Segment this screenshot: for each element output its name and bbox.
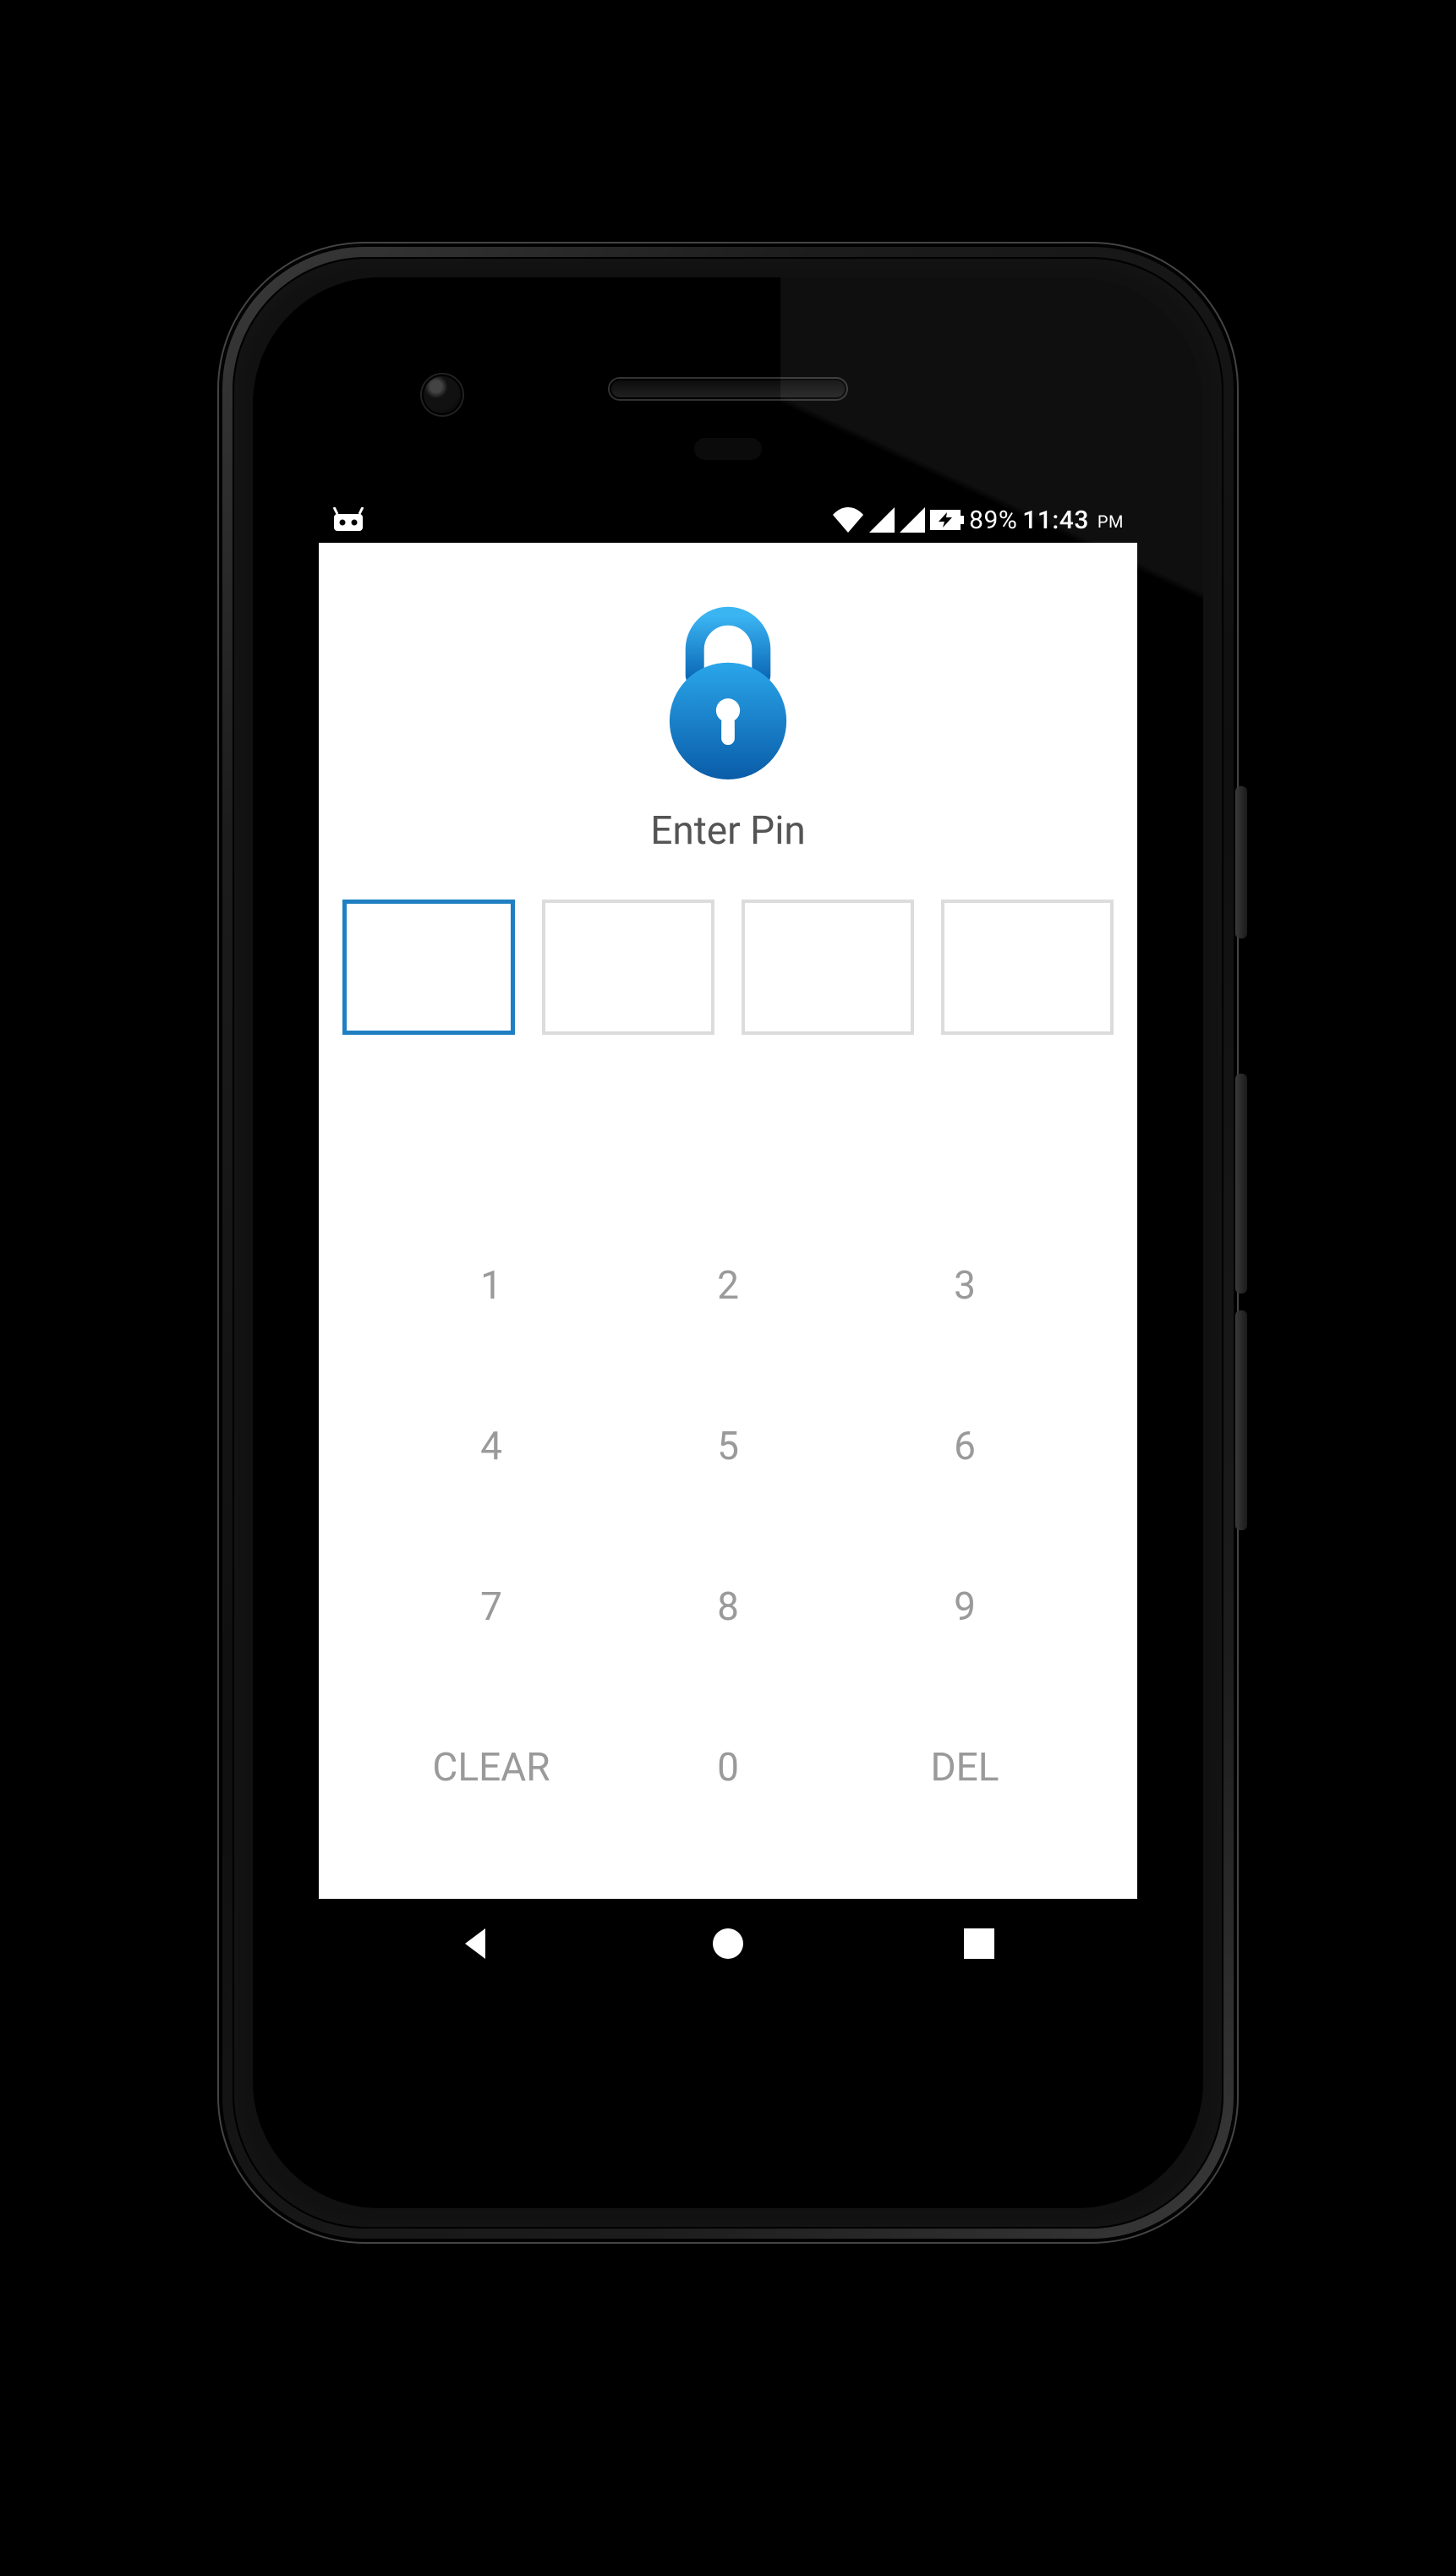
screen: 89% 11:43 PM	[319, 497, 1137, 1988]
key-8[interactable]: 8	[610, 1527, 846, 1687]
clock-ampm: PM	[1097, 511, 1124, 532]
android-nav-bar	[319, 1899, 1137, 1988]
pin-digit-4[interactable]	[941, 900, 1114, 1035]
battery-charging-icon	[930, 510, 964, 530]
key-4[interactable]: 4	[373, 1366, 610, 1527]
signal-icon	[869, 507, 895, 533]
key-5[interactable]: 5	[610, 1366, 846, 1527]
pin-lock-app: Enter Pin 1 2 3 4	[319, 543, 1137, 1899]
proximity-sensor	[694, 438, 762, 460]
key-0[interactable]: 0	[610, 1687, 846, 1848]
key-1[interactable]: 1	[373, 1206, 610, 1366]
lock-icon	[648, 593, 808, 783]
battery-percent: 89%	[969, 506, 1017, 535]
volume-down-button[interactable]	[1235, 1310, 1247, 1530]
pin-prompt: Enter Pin	[650, 808, 806, 854]
front-camera	[422, 375, 463, 415]
clock-time: 11:43	[1022, 506, 1089, 535]
key-7[interactable]: 7	[373, 1527, 610, 1687]
volume-up-button[interactable]	[1235, 1074, 1247, 1293]
pin-digit-3[interactable]	[742, 900, 914, 1035]
pin-digit-1[interactable]	[342, 900, 515, 1035]
pin-input-row	[342, 900, 1114, 1035]
earpiece	[610, 379, 846, 399]
phone-frame: 89% 11:43 PM	[221, 245, 1235, 2240]
os-logo-icon	[332, 507, 364, 533]
pin-digit-2[interactable]	[542, 900, 714, 1035]
signal-icon-2	[900, 507, 925, 533]
key-2[interactable]: 2	[610, 1206, 846, 1366]
wifi-icon	[832, 507, 864, 533]
recent-apps-button[interactable]	[886, 1925, 1072, 1962]
home-button[interactable]	[635, 1923, 821, 1964]
key-9[interactable]: 9	[846, 1527, 1083, 1687]
key-del[interactable]: DEL	[846, 1687, 1083, 1848]
status-bar: 89% 11:43 PM	[319, 497, 1137, 543]
power-button[interactable]	[1235, 786, 1247, 938]
key-3[interactable]: 3	[846, 1206, 1083, 1366]
key-6[interactable]: 6	[846, 1366, 1083, 1527]
keypad: 1 2 3 4 5 6 7 8 9 CLEAR 0 DEL	[373, 1206, 1083, 1848]
back-button[interactable]	[384, 1923, 570, 1964]
key-clear[interactable]: CLEAR	[373, 1687, 610, 1848]
